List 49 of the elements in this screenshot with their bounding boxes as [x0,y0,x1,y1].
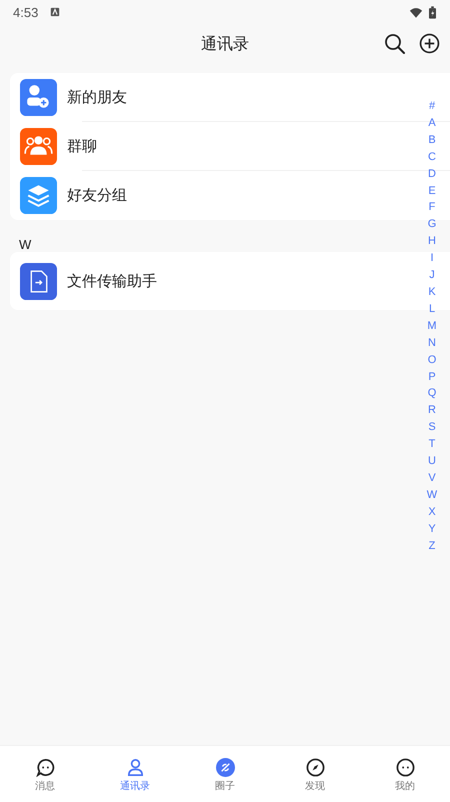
tab[interactable]: 我的 [360,746,450,802]
section-letter: W [19,237,32,252]
index-letter[interactable]: T [428,436,436,454]
wifi-icon [409,6,423,18]
index-letter[interactable]: K [428,284,436,301]
index-letter[interactable]: S [428,419,436,436]
index-letter[interactable]: Q [428,385,436,402]
face-icon [396,758,414,777]
contact-name: 群聊 [67,137,97,156]
contact-name: 新的朋友 [67,88,127,107]
index-letter[interactable]: N [428,334,436,352]
chat-icon [36,758,54,777]
tab[interactable]: 发现 [270,746,360,802]
index-letter[interactable]: R [428,402,436,420]
index-letter[interactable]: X [428,504,436,521]
add-icon[interactable] [419,33,440,54]
person-icon [126,758,144,777]
index-letter[interactable]: U [428,453,436,470]
contact-name: 好友分组 [67,186,127,205]
contact-name: 文件传输助手 [67,272,157,290]
tab[interactable]: 消息 [0,746,90,802]
index-letter[interactable]: P [428,368,436,386]
index-letter[interactable]: L [428,300,436,318]
index-letter[interactable]: Z [428,538,436,554]
notification-icon [50,7,60,17]
index-letter[interactable]: # [428,98,436,115]
index-letter[interactable]: Y [428,520,436,538]
index-letter[interactable]: W [426,486,438,504]
index-letter[interactable]: D [428,166,436,183]
index-letter[interactable]: B [428,132,436,149]
index-letter[interactable]: J [429,267,435,284]
tab[interactable]: 通讯录 [90,746,180,802]
circle-icon [216,758,234,777]
search-icon[interactable] [384,33,405,54]
index-letter[interactable]: V [428,470,436,487]
index-letter[interactable]: F [428,199,436,216]
index-letter[interactable]: I [430,250,434,268]
index-letter[interactable]: G [428,216,436,234]
index-letter[interactable]: H [428,233,436,250]
index-letter[interactable]: A [428,114,436,132]
index-letter[interactable]: M [427,318,437,335]
index-letter[interactable]: E [428,182,436,200]
page-title: 通讯录 [201,34,249,54]
status-time: 4:53 [13,4,38,20]
battery-icon [429,6,436,18]
tab[interactable]: 圈子 [180,746,270,802]
compass-icon [306,758,324,777]
index-letter[interactable]: O [428,352,436,368]
index-letter[interactable]: C [428,148,436,166]
